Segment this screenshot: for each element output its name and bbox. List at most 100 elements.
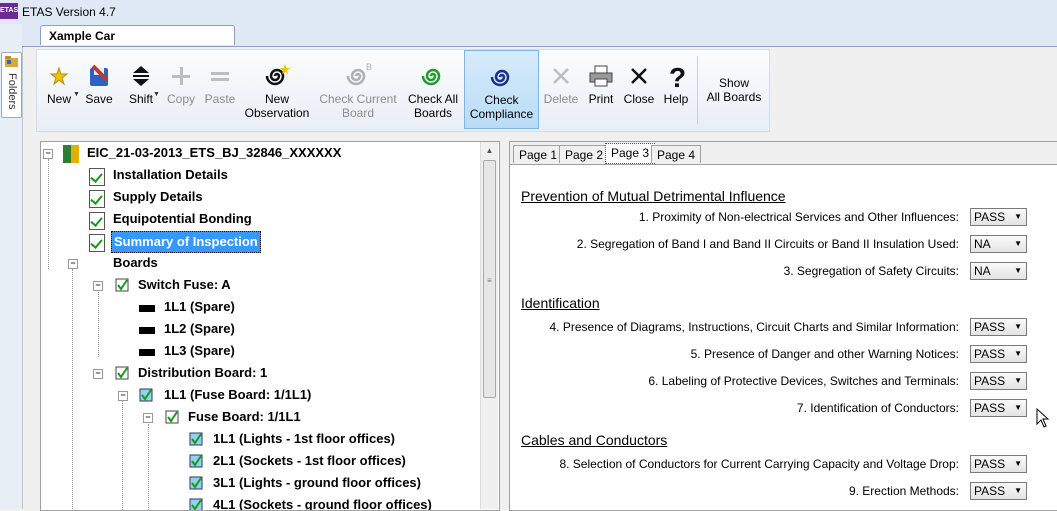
question-label: 6. Labeling of Protective Devices, Switc… — [648, 374, 959, 388]
result-dropdown[interactable]: PASS ▼ — [970, 372, 1027, 390]
folders-tab[interactable]: Folders — [1, 52, 22, 118]
spiral-icon: B — [346, 62, 372, 86]
save-icon — [90, 64, 109, 86]
question-label: 7. Identification of Conductors: — [796, 401, 959, 415]
tab-page-1[interactable]: Page 1 — [513, 145, 564, 163]
question-label: 8. Selection of Conductors for Current C… — [559, 457, 959, 471]
dropdown-arrow-icon: ▼ — [1014, 376, 1022, 385]
plus-icon — [172, 67, 190, 85]
ribbon-separator — [697, 56, 698, 124]
shift-button[interactable]: Shift ▼ — [119, 50, 163, 129]
print-button[interactable]: Print — [583, 50, 619, 129]
tree-view: − EIC_21-03-2013_ETS_BJ_32846_XXXXXX Ins… — [40, 141, 500, 511]
question-label: 2. Segregation of Band I and Band II Cir… — [576, 237, 959, 251]
copy-label: Copy — [166, 92, 195, 106]
scroll-thumb[interactable]: ≡ — [483, 160, 496, 398]
tree-node-label: 1L1 (Fuse Board: 1/1L1) — [164, 387, 312, 402]
paste-button[interactable]: Paste — [201, 50, 239, 129]
check-compliance-button[interactable]: Check Compliance — [464, 50, 539, 129]
spiral-blue-icon — [490, 69, 509, 87]
document-tab[interactable]: Xample Car Dealership_Xample... — [40, 25, 235, 63]
tree-node-label: Boards — [113, 255, 158, 270]
tree-node-label: Equipotential Bonding — [113, 211, 252, 226]
spare-circuit-icon — [139, 305, 155, 312]
tab-page-4[interactable]: Page 4 — [651, 145, 702, 163]
check-compliance-label: Check Compliance — [469, 93, 534, 121]
tree-node-label: Fuse Board: 1/1L1 — [188, 409, 301, 424]
dropdown-arrow-icon: ▼ — [1014, 266, 1022, 275]
tab-page-2[interactable]: Page 2 — [559, 145, 610, 163]
tab-page-3[interactable]: Page 3 — [605, 143, 656, 164]
window-title: ETAS Version 4.7 — [22, 5, 116, 19]
result-dropdown[interactable]: PASS ▼ — [970, 399, 1027, 417]
result-dropdown[interactable]: NA ▼ — [970, 262, 1027, 280]
board-check-icon — [115, 366, 129, 380]
folder-icon — [5, 56, 18, 67]
dropdown-arrow-icon: ▼ — [73, 91, 80, 98]
collapse-icon[interactable]: − — [143, 413, 153, 423]
result-dropdown[interactable]: PASS ▼ — [970, 318, 1027, 336]
check-current-board-button[interactable]: B Check Current Board — [315, 50, 401, 129]
collapse-icon[interactable]: − — [118, 391, 128, 401]
delete-button[interactable]: Delete — [541, 50, 581, 129]
help-button[interactable]: ? Help — [659, 50, 693, 129]
show-all-boards-label: Show All Boards — [706, 76, 762, 104]
collapse-icon[interactable]: − — [93, 281, 103, 291]
copy-button[interactable]: Copy — [163, 50, 199, 129]
tree-node-root[interactable]: − EIC_21-03-2013_ETS_BJ_32846_XXXXXX — [41, 143, 499, 163]
tree-node-label: 1L3 (Spare) — [164, 343, 235, 358]
dropdown-arrow-icon: ▼ — [1014, 322, 1022, 331]
section-heading-prevention: Prevention of Mutual Detrimental Influen… — [521, 188, 786, 204]
ribbon-toolbar: New ▼ Save Shift ▼ Copy Paste New Observa… — [36, 49, 770, 132]
mouse-cursor-icon — [1036, 408, 1050, 428]
tree-guide — [98, 292, 99, 357]
board-check-icon — [165, 410, 179, 424]
tree-guide — [122, 400, 123, 510]
tree-guide — [72, 269, 73, 509]
tree-node-label: 1L1 (Lights - 1st floor offices) — [213, 431, 396, 446]
result-dropdown[interactable]: PASS ▼ — [970, 345, 1027, 363]
close-button[interactable]: Close — [621, 50, 657, 129]
close-label: Close — [623, 92, 655, 106]
collapse-icon[interactable]: − — [43, 149, 53, 159]
new-button[interactable]: New ▼ — [39, 50, 80, 129]
spiral-star-icon — [265, 64, 290, 86]
dropdown-arrow-icon: ▼ — [1014, 486, 1022, 495]
scroll-up-icon[interactable]: ▲ — [483, 144, 496, 157]
circuit-check-icon — [189, 498, 203, 510]
help-icon: ? — [669, 62, 686, 90]
show-all-boards-button[interactable]: Show All Boards — [701, 50, 767, 129]
svg-text:B: B — [366, 62, 372, 72]
new-observation-label: New Observation — [244, 92, 310, 120]
board-check-icon — [115, 278, 129, 292]
check-all-boards-button[interactable]: Check All Boards — [403, 50, 463, 129]
grip-icon: ≡ — [487, 276, 492, 285]
save-button[interactable]: Save — [81, 50, 117, 129]
help-label: Help — [663, 92, 689, 106]
result-dropdown[interactable]: NA ▼ — [970, 235, 1027, 253]
collapse-icon[interactable]: − — [68, 259, 78, 269]
spare-circuit-icon — [139, 327, 155, 334]
check-current-board-label: Check Current Board — [319, 92, 397, 120]
checked-icon — [89, 168, 105, 186]
svg-text:?: ? — [669, 62, 686, 90]
tree-node-label: Supply Details — [113, 189, 203, 204]
tree-node-label: 2L1 (Sockets - 1st floor offices) — [213, 453, 406, 468]
tree-node-label: Distribution Board: 1 — [138, 365, 268, 380]
new-observation-button[interactable]: New Observation — [241, 50, 313, 129]
shift-icon — [133, 66, 149, 86]
spiral-green-icon — [421, 68, 441, 86]
result-dropdown[interactable]: PASS ▼ — [970, 455, 1027, 473]
tree-guide — [148, 424, 149, 510]
dropdown-arrow-icon: ▼ — [1014, 239, 1022, 248]
tree-scrollbar[interactable]: ▲ ≡ — [480, 142, 498, 509]
collapse-icon[interactable]: − — [93, 369, 103, 379]
tree-node-label: 1L1 (Spare) — [164, 299, 235, 314]
question-label: 9. Erection Methods: — [848, 484, 959, 498]
result-dropdown[interactable]: PASS ▼ — [970, 208, 1027, 226]
result-dropdown[interactable]: PASS ▼ — [970, 482, 1027, 500]
dropdown-arrow-icon: ▼ — [1014, 349, 1022, 358]
title-bar — [0, 0, 1057, 25]
circuit-check-icon — [189, 476, 203, 490]
tree-node-label-selected: Summary of Inspection — [111, 231, 261, 253]
